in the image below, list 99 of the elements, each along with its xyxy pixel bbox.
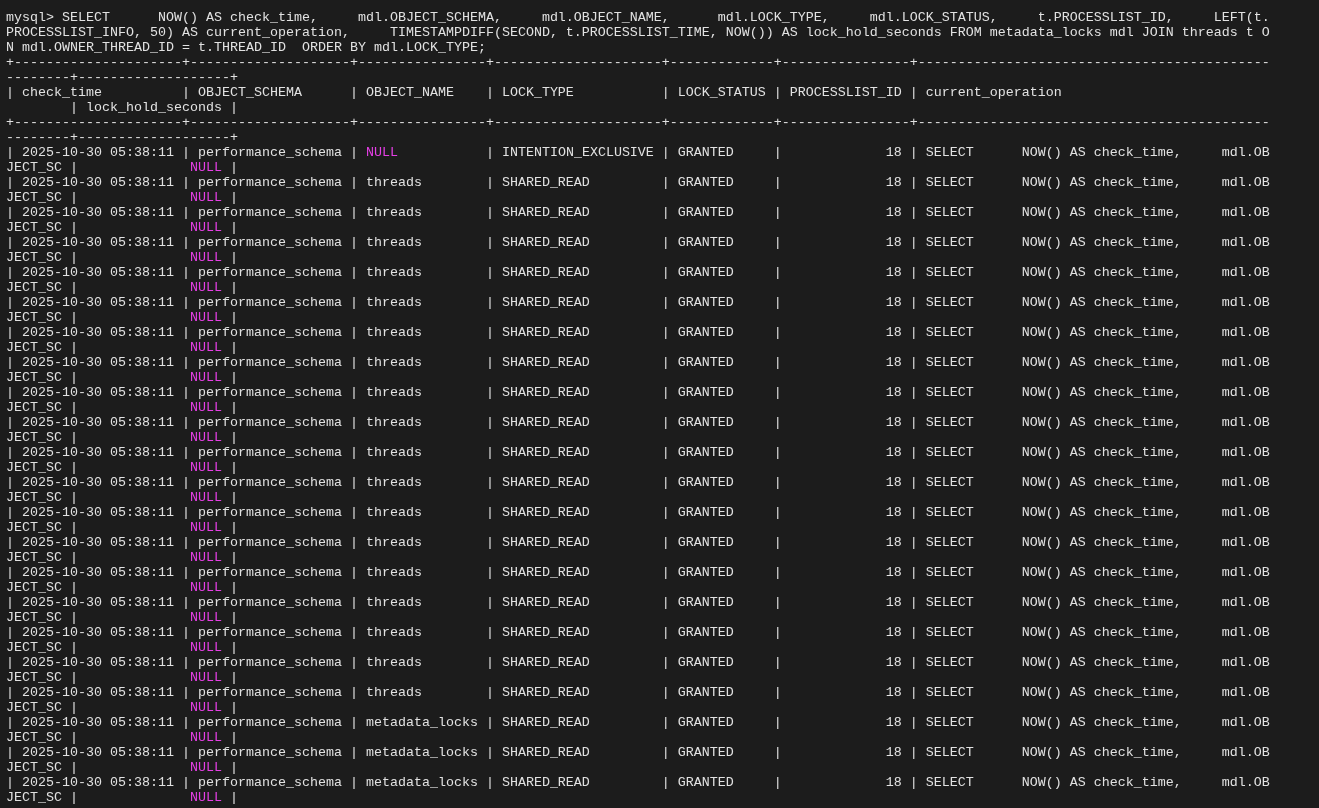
terminal-text: JECT_SC | (6, 310, 78, 325)
null-value: NULL (189, 310, 222, 325)
terminal-text: JECT_SC | (6, 280, 78, 295)
terminal-text: | 2025-10-30 05:38:11 | performance_schema | threads | SHARED_READ | GRANTED | 18 | SELECT NOW() AS check_time, mdl.OB (6, 265, 1270, 280)
terminal-text: JECT_SC | (6, 670, 78, 685)
terminal-text: | (229, 370, 238, 385)
terminal-text: | 2025-10-30 05:38:11 | performance_schema | threads | SHARED_READ | GRANTED | 18 | SELECT NOW() AS check_time, mdl.OB (6, 655, 1270, 670)
null-value: NULL (189, 790, 222, 805)
terminal-text: | 2025-10-30 05:38:11 | performance_schema | threads | SHARED_READ | GRANTED | 18 | SELECT NOW() AS check_time, mdl.OB (6, 535, 1270, 550)
terminal-text: JECT_SC | (6, 520, 78, 535)
terminal-text: | check_time | OBJECT_SCHEMA | OBJECT_NAME | LOCK_TYPE | LOCK_STATUS | PROCESSLIST_ID | current_operation (6, 85, 1062, 100)
terminal-text: | (229, 250, 238, 265)
terminal-text: | (229, 610, 238, 625)
terminal-text: JECT_SC | (6, 700, 78, 715)
terminal-text: | (229, 220, 238, 235)
null-value: NULL (189, 370, 222, 385)
terminal-text: JECT_SC | (6, 460, 78, 475)
null-value: NULL (189, 580, 222, 595)
terminal-text: | 2025-10-30 05:38:11 | performance_schema | threads | SHARED_READ | GRANTED | 18 | SELECT NOW() AS check_time, mdl.OB (6, 475, 1270, 490)
null-value: NULL (189, 730, 222, 745)
null-value: NULL (189, 670, 222, 685)
terminal-text: | (229, 460, 238, 475)
null-value: NULL (189, 160, 222, 175)
terminal-text: | 2025-10-30 05:38:11 | performance_schema | threads | SHARED_READ | GRANTED | 18 | SELECT NOW() AS check_time, mdl.OB (6, 445, 1270, 460)
terminal-text: N mdl.OWNER_THREAD_ID = t.THREAD_ID ORDER BY mdl.LOCK_TYPE; (6, 40, 486, 55)
null-value: NULL (189, 340, 222, 355)
null-value: NULL (189, 700, 222, 715)
terminal-text: PROCESSLIST_INFO, 50) AS current_operation, TIMESTAMPDIFF(SECOND, t.PROCESSLIST_TIME, NOW()) AS lock_hold_seconds FROM metadata_locks mdl JOIN threads t O (6, 25, 1270, 40)
null-value: NULL (189, 460, 222, 475)
terminal-text: | 2025-10-30 05:38:11 | performance_schema | metadata_locks | SHARED_READ | GRANTED | 18 | SELECT NOW() AS check_time, mdl.OB (6, 775, 1270, 790)
terminal-text: | (229, 400, 238, 415)
terminal-text: JECT_SC | (6, 550, 78, 565)
terminal-text: | (229, 550, 238, 565)
terminal-text: --------+-------------------+ (6, 130, 238, 145)
terminal-text: | 2025-10-30 05:38:11 | performance_schema | metadata_locks | SHARED_READ | GRANTED | 18 | SELECT NOW() AS check_time, mdl.OB (6, 715, 1270, 730)
terminal-text: | (229, 670, 238, 685)
terminal-text: | 2025-10-30 05:38:11 | performance_schema | threads | SHARED_READ | GRANTED | 18 | SELECT NOW() AS check_time, mdl.OB (6, 205, 1270, 220)
terminal-text: | 2025-10-30 05:38:11 | performance_schema | threads | SHARED_READ | GRANTED | 18 | SELECT NOW() AS check_time, mdl.OB (6, 595, 1270, 610)
terminal-text: | 2025-10-30 05:38:11 | performance_schema | threads | SHARED_READ | GRANTED | 18 | SELECT NOW() AS check_time, mdl.OB (6, 295, 1270, 310)
terminal-text: | (229, 430, 238, 445)
terminal-text: | 2025-10-30 05:38:11 | performance_schema | threads | SHARED_READ | GRANTED | 18 | SELECT NOW() AS check_time, mdl.OB (6, 385, 1270, 400)
null-value: NULL (189, 220, 222, 235)
terminal-text: | (229, 760, 238, 775)
terminal-text: | (229, 580, 238, 595)
terminal-text: | (229, 190, 238, 205)
terminal-text: JECT_SC | (6, 640, 78, 655)
terminal-text: | (229, 490, 238, 505)
terminal-text: +---------------------+--------------------+----------------+---------------------+-------------+----------------+-------------------------------------------- (6, 55, 1270, 70)
terminal-text: | 2025-10-30 05:38:11 | performance_schema | threads | SHARED_READ | GRANTED | 18 | SELECT NOW() AS check_time, mdl.OB (6, 625, 1270, 640)
terminal-text: +---------------------+--------------------+----------------+---------------------+-------------+----------------+-------------------------------------------- (6, 115, 1270, 130)
terminal-text: JECT_SC | (6, 340, 78, 355)
null-value: NULL (189, 760, 222, 775)
null-value: NULL (189, 250, 222, 265)
terminal-text: | (229, 640, 238, 655)
terminal-text: | lock_hold_seconds | (70, 100, 238, 115)
terminal-text: JECT_SC | (6, 220, 78, 235)
terminal-text: JECT_SC | (6, 610, 78, 625)
null-value: NULL (189, 550, 222, 565)
terminal-text: | 2025-10-30 05:38:11 | performance_schema | threads | SHARED_READ | GRANTED | 18 | SELECT NOW() AS check_time, mdl.OB (6, 565, 1270, 580)
null-value: NULL (189, 520, 222, 535)
null-value: NULL (189, 280, 222, 295)
terminal-text: | (229, 520, 238, 535)
terminal-text: JECT_SC | (6, 160, 78, 175)
null-value: NULL (189, 430, 222, 445)
null-value: NULL (189, 400, 222, 415)
terminal-text: | INTENTION_EXCLUSIVE | GRANTED | 18 | SELECT NOW() AS check_time, mdl.OB (485, 145, 1270, 160)
terminal-text: JECT_SC | (6, 730, 78, 745)
terminal-text: | 2025-10-30 05:38:11 | performance_schema | threads | SHARED_READ | GRANTED | 18 | SELECT NOW() AS check_time, mdl.OB (6, 235, 1270, 250)
terminal-text: | (229, 310, 238, 325)
terminal-text: JECT_SC | (6, 580, 78, 595)
null-value: NULL (189, 190, 222, 205)
terminal-text: JECT_SC | (6, 490, 78, 505)
terminal-text: | (229, 790, 238, 805)
terminal-text: JECT_SC | (6, 190, 78, 205)
terminal-text: | (229, 160, 238, 175)
terminal-text: mysql> SELECT NOW() AS check_time, mdl.OBJECT_SCHEMA, mdl.OBJECT_NAME, mdl.LOCK_TYPE, mdl.LOCK_STATUS, t.PROCESSLIST_ID, LEFT(t. (6, 10, 1270, 25)
terminal-text: | 2025-10-30 05:38:11 | performance_schema | threads | SHARED_READ | GRANTED | 18 | SELECT NOW() AS check_time, mdl.OB (6, 505, 1270, 520)
terminal-text: | (229, 730, 238, 745)
terminal-text: | 2025-10-30 05:38:11 | performance_schema | threads | SHARED_READ | GRANTED | 18 | SELECT NOW() AS check_time, mdl.OB (6, 175, 1270, 190)
terminal-text: | 2025-10-30 05:38:11 | performance_schema | (6, 145, 358, 160)
terminal-text: | (229, 280, 238, 295)
null-value: NULL (189, 490, 222, 505)
terminal-text: --------+-------------------+ (6, 70, 238, 85)
terminal-text: | (229, 700, 238, 715)
null-value: NULL (189, 640, 222, 655)
null-value: NULL (365, 145, 398, 160)
terminal-text: JECT_SC | (6, 760, 78, 775)
null-value: NULL (189, 610, 222, 625)
terminal-text: JECT_SC | (6, 430, 78, 445)
terminal-text: | 2025-10-30 05:38:11 | performance_schema | metadata_locks | SHARED_READ | GRANTED | 18 | SELECT NOW() AS check_time, mdl.OB (6, 745, 1270, 760)
terminal-text: | 2025-10-30 05:38:11 | performance_schema | threads | SHARED_READ | GRANTED | 18 | SELECT NOW() AS check_time, mdl.OB (6, 355, 1270, 370)
terminal-text: | 2025-10-30 05:38:11 | performance_schema | threads | SHARED_READ | GRANTED | 18 | SELECT NOW() AS check_time, mdl.OB (6, 415, 1270, 430)
terminal-text: JECT_SC | (6, 370, 78, 385)
terminal-text: | 2025-10-30 05:38:11 | performance_schema | threads | SHARED_READ | GRANTED | 18 | SELECT NOW() AS check_time, mdl.OB (6, 685, 1270, 700)
terminal-text: JECT_SC | (6, 790, 78, 805)
terminal-text: JECT_SC | (6, 250, 78, 265)
terminal-text: | (229, 340, 238, 355)
terminal-text: JECT_SC | (6, 400, 78, 415)
terminal-text: | 2025-10-30 05:38:11 | performance_schema | threads | SHARED_READ | GRANTED | 18 | SELECT NOW() AS check_time, mdl.OB (6, 325, 1270, 340)
